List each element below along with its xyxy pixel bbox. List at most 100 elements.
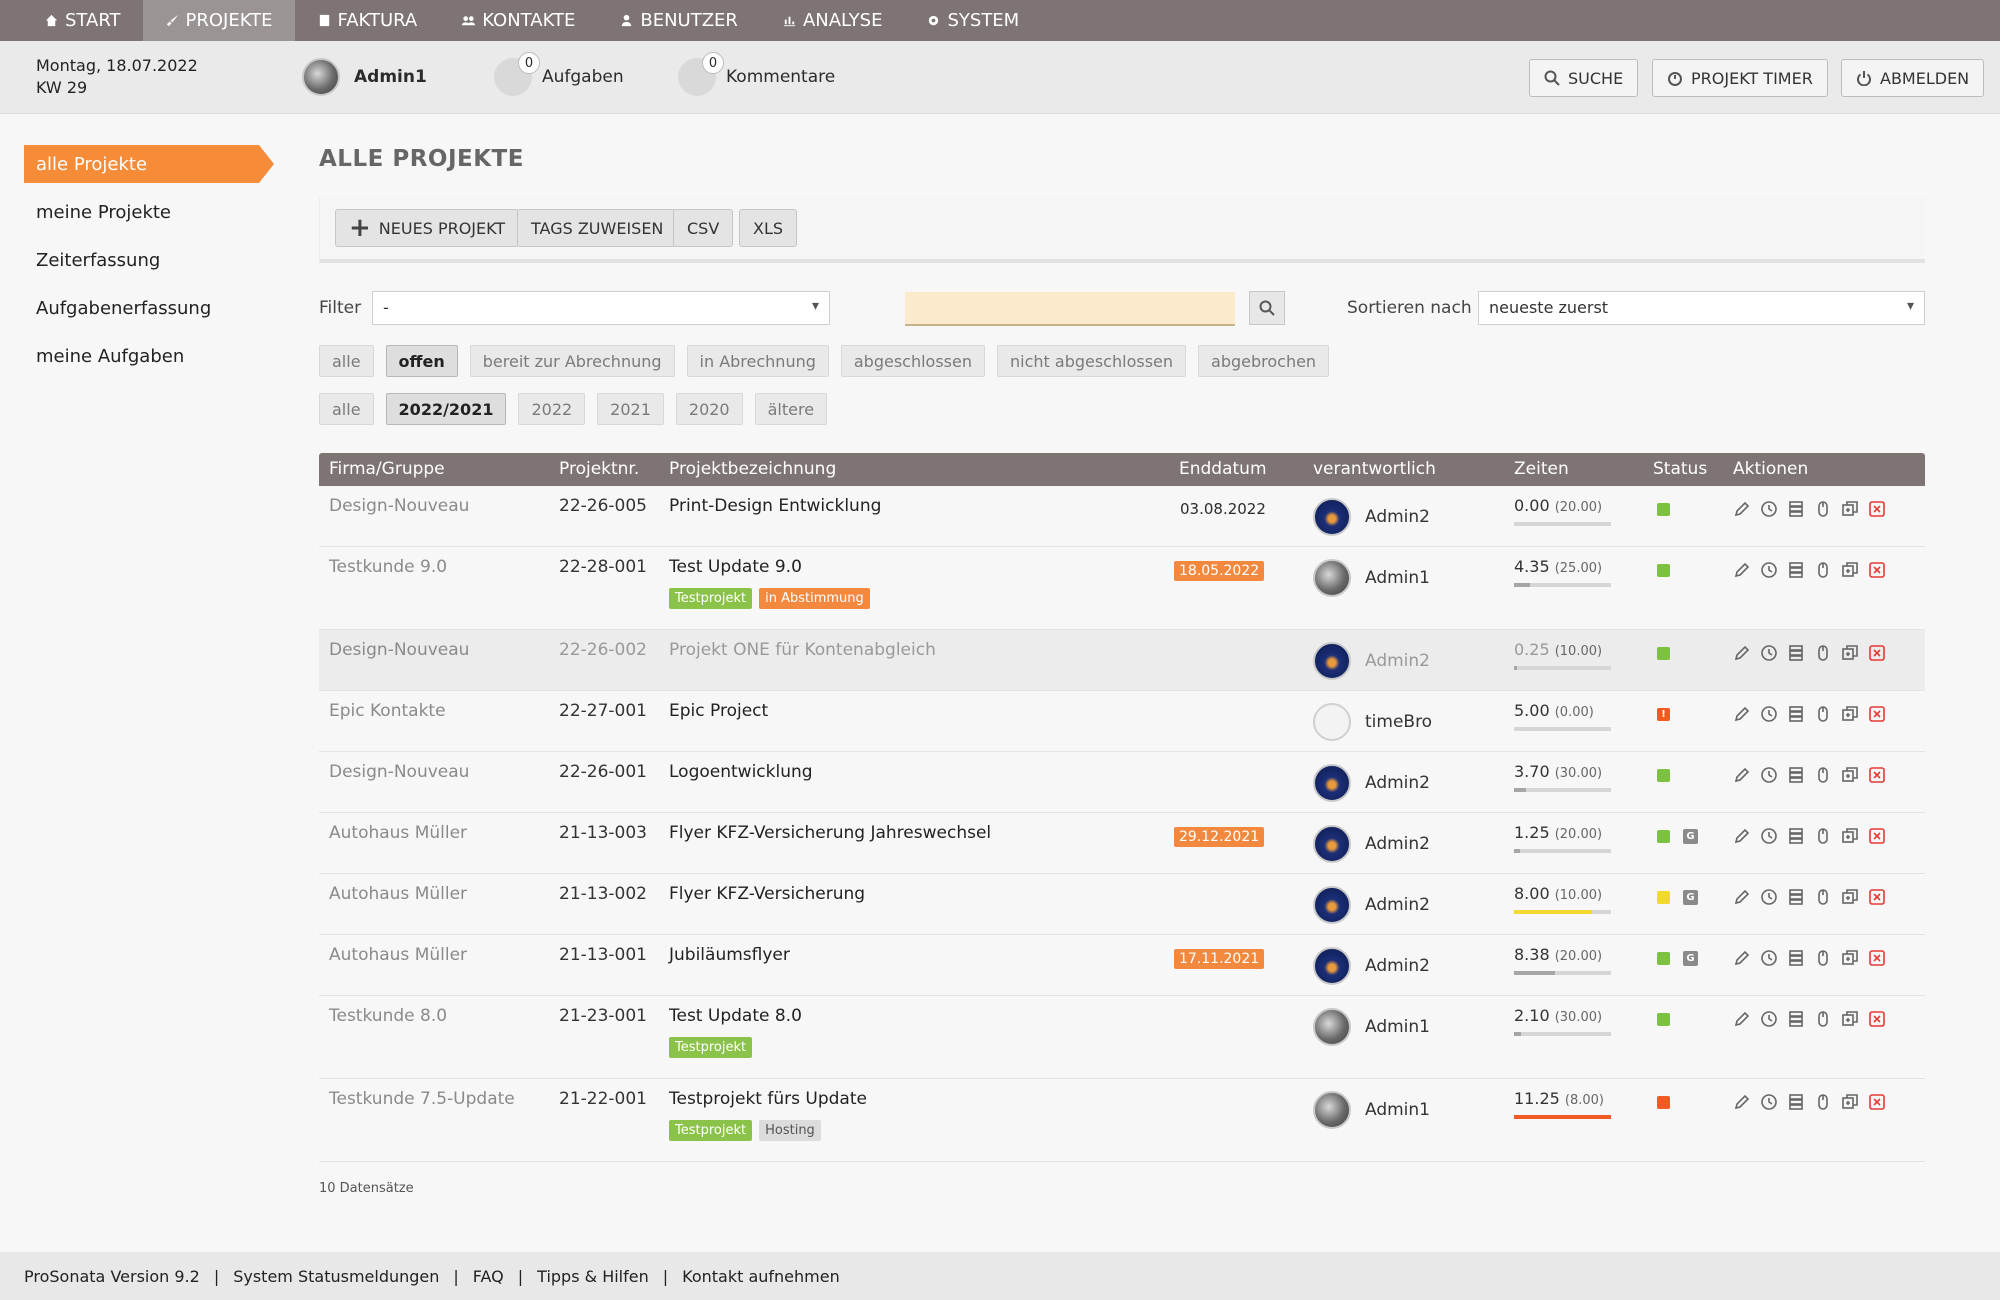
delete-icon[interactable] — [1868, 644, 1886, 662]
search-button[interactable]: SUCHE — [1529, 59, 1639, 97]
sidebar-item-alle-projekte[interactable]: alle Projekte — [24, 145, 274, 183]
new-project-button[interactable]: + NEUES PROJEKT — [335, 209, 520, 247]
copy-icon[interactable] — [1841, 500, 1859, 518]
copy-icon[interactable] — [1841, 644, 1859, 662]
assign-tags-button[interactable]: TAGS ZUWEISEN — [517, 209, 678, 247]
table-row[interactable]: Design-Nouveau 22-26-005 Print-Design Entw… — [319, 486, 1925, 547]
mouse-icon[interactable] — [1814, 827, 1832, 845]
clock-icon[interactable] — [1760, 644, 1778, 662]
mouse-icon[interactable] — [1814, 1010, 1832, 1028]
edit-icon[interactable] — [1733, 827, 1751, 845]
project-name[interactable]: Test Update 9.0 — [669, 557, 802, 577]
nav-analyse[interactable]: ANALYSE — [760, 0, 905, 41]
year-pill[interactable]: 2022/2021 — [385, 393, 507, 425]
clock-icon[interactable] — [1760, 888, 1778, 906]
clock-icon[interactable] — [1760, 827, 1778, 845]
project-name[interactable]: Logoentwicklung — [669, 762, 813, 782]
edit-icon[interactable] — [1733, 705, 1751, 723]
year-pill[interactable]: alle — [319, 393, 374, 425]
server-icon[interactable] — [1787, 500, 1805, 518]
edit-icon[interactable] — [1733, 888, 1751, 906]
logout-button[interactable]: ABMELDEN — [1841, 59, 1985, 97]
edit-icon[interactable] — [1733, 766, 1751, 784]
edit-icon[interactable] — [1733, 1093, 1751, 1111]
mouse-icon[interactable] — [1814, 500, 1832, 518]
current-user[interactable]: Admin1 — [302, 58, 427, 96]
project-name[interactable]: Test Update 8.0 — [669, 1006, 802, 1026]
sidebar-item-meine-aufgaben[interactable]: meine Aufgaben — [24, 337, 274, 375]
project-name[interactable]: Projekt ONE für Kontenabgleich — [669, 640, 936, 660]
status-pill[interactable]: abgeschlossen — [840, 345, 985, 377]
project-name[interactable]: Flyer KFZ-Versicherung — [669, 884, 865, 904]
nav-projekte[interactable]: PROJEKTE — [142, 0, 295, 41]
server-icon[interactable] — [1787, 1010, 1805, 1028]
tasks-link[interactable]: 0 Aufgaben — [494, 52, 624, 96]
copy-icon[interactable] — [1841, 1093, 1859, 1111]
mouse-icon[interactable] — [1814, 561, 1832, 579]
mouse-icon[interactable] — [1814, 766, 1832, 784]
footer-link[interactable]: ProSonata Version 9.2 — [24, 1267, 200, 1286]
edit-icon[interactable] — [1733, 1010, 1751, 1028]
edit-icon[interactable] — [1733, 644, 1751, 662]
nav-faktura[interactable]: FAKTURA — [295, 0, 440, 41]
copy-icon[interactable] — [1841, 827, 1859, 845]
nav-start[interactable]: START — [0, 0, 143, 41]
project-name[interactable]: Epic Project — [669, 701, 768, 721]
server-icon[interactable] — [1787, 766, 1805, 784]
mouse-icon[interactable] — [1814, 644, 1832, 662]
server-icon[interactable] — [1787, 949, 1805, 967]
status-pill[interactable]: alle — [319, 345, 374, 377]
delete-icon[interactable] — [1868, 949, 1886, 967]
year-pill[interactable]: 2021 — [597, 393, 664, 425]
mouse-icon[interactable] — [1814, 888, 1832, 906]
sidebar-item-meine-projekte[interactable]: meine Projekte — [24, 193, 274, 231]
filter-search-button[interactable] — [1249, 291, 1285, 325]
table-row[interactable]: Testkunde 9.0 22-28-001 Test Update 9.0 18.… — [319, 547, 1925, 630]
sidebar-item-aufgabenerfassung[interactable]: Aufgabenerfassung — [24, 289, 274, 327]
delete-icon[interactable] — [1868, 888, 1886, 906]
server-icon[interactable] — [1787, 1093, 1805, 1111]
delete-icon[interactable] — [1868, 827, 1886, 845]
table-row[interactable]: Epic Kontakte 22-27-001 Epic Project timeBr… — [319, 691, 1925, 752]
project-name[interactable]: Flyer KFZ-Versicherung Jahreswechsel — [669, 823, 991, 843]
comments-link[interactable]: 0 Kommentare — [678, 52, 835, 96]
project-name[interactable]: Print-Design Entwicklung — [669, 496, 881, 516]
filter-select[interactable]: - — [372, 291, 830, 325]
delete-icon[interactable] — [1868, 500, 1886, 518]
footer-link[interactable]: Tipps & Hilfen — [537, 1267, 649, 1286]
table-row[interactable]: Design-Nouveau 22-26-001 Logoentwicklung Ad… — [319, 752, 1925, 813]
delete-icon[interactable] — [1868, 1093, 1886, 1111]
footer-link[interactable]: FAQ — [473, 1267, 504, 1286]
edit-icon[interactable] — [1733, 949, 1751, 967]
table-row[interactable]: Autohaus Müller 21-13-003 Flyer KFZ-Versic… — [319, 813, 1925, 874]
footer-link[interactable]: Kontakt aufnehmen — [682, 1267, 840, 1286]
clock-icon[interactable] — [1760, 766, 1778, 784]
copy-icon[interactable] — [1841, 705, 1859, 723]
mouse-icon[interactable] — [1814, 949, 1832, 967]
delete-icon[interactable] — [1868, 561, 1886, 579]
nav-kontakte[interactable]: KONTAKTE — [439, 0, 597, 41]
server-icon[interactable] — [1787, 888, 1805, 906]
clock-icon[interactable] — [1760, 705, 1778, 723]
copy-icon[interactable] — [1841, 561, 1859, 579]
nav-benutzer[interactable]: BENUTZER — [597, 0, 760, 41]
copy-icon[interactable] — [1841, 1010, 1859, 1028]
search-input[interactable] — [905, 292, 1235, 326]
sort-select[interactable]: neueste zuerst — [1478, 291, 1925, 325]
table-row[interactable]: Autohaus Müller 21-13-001 Jubiläumsflyer 17… — [319, 935, 1925, 996]
project-tag[interactable]: Testprojekt — [669, 1037, 753, 1058]
table-row[interactable]: Testkunde 8.0 21-23-001 Test Update 8.0 Tes… — [319, 996, 1925, 1079]
project-name[interactable]: Testprojekt fürs Update — [669, 1089, 867, 1109]
delete-icon[interactable] — [1868, 766, 1886, 784]
csv-export-button[interactable]: CSV — [673, 209, 734, 247]
copy-icon[interactable] — [1841, 949, 1859, 967]
server-icon[interactable] — [1787, 561, 1805, 579]
clock-icon[interactable] — [1760, 949, 1778, 967]
footer-link[interactable]: System Statusmeldungen — [233, 1267, 439, 1286]
xls-export-button[interactable]: XLS — [739, 209, 798, 247]
year-pill[interactable]: ältere — [754, 393, 828, 425]
table-row[interactable]: Design-Nouveau 22-26-002 Projekt ONE für K… — [319, 630, 1925, 691]
status-pill[interactable]: in Abrechnung — [686, 345, 829, 377]
sidebar-item-zeiterfassung[interactable]: Zeiterfassung — [24, 241, 274, 279]
mouse-icon[interactable] — [1814, 705, 1832, 723]
